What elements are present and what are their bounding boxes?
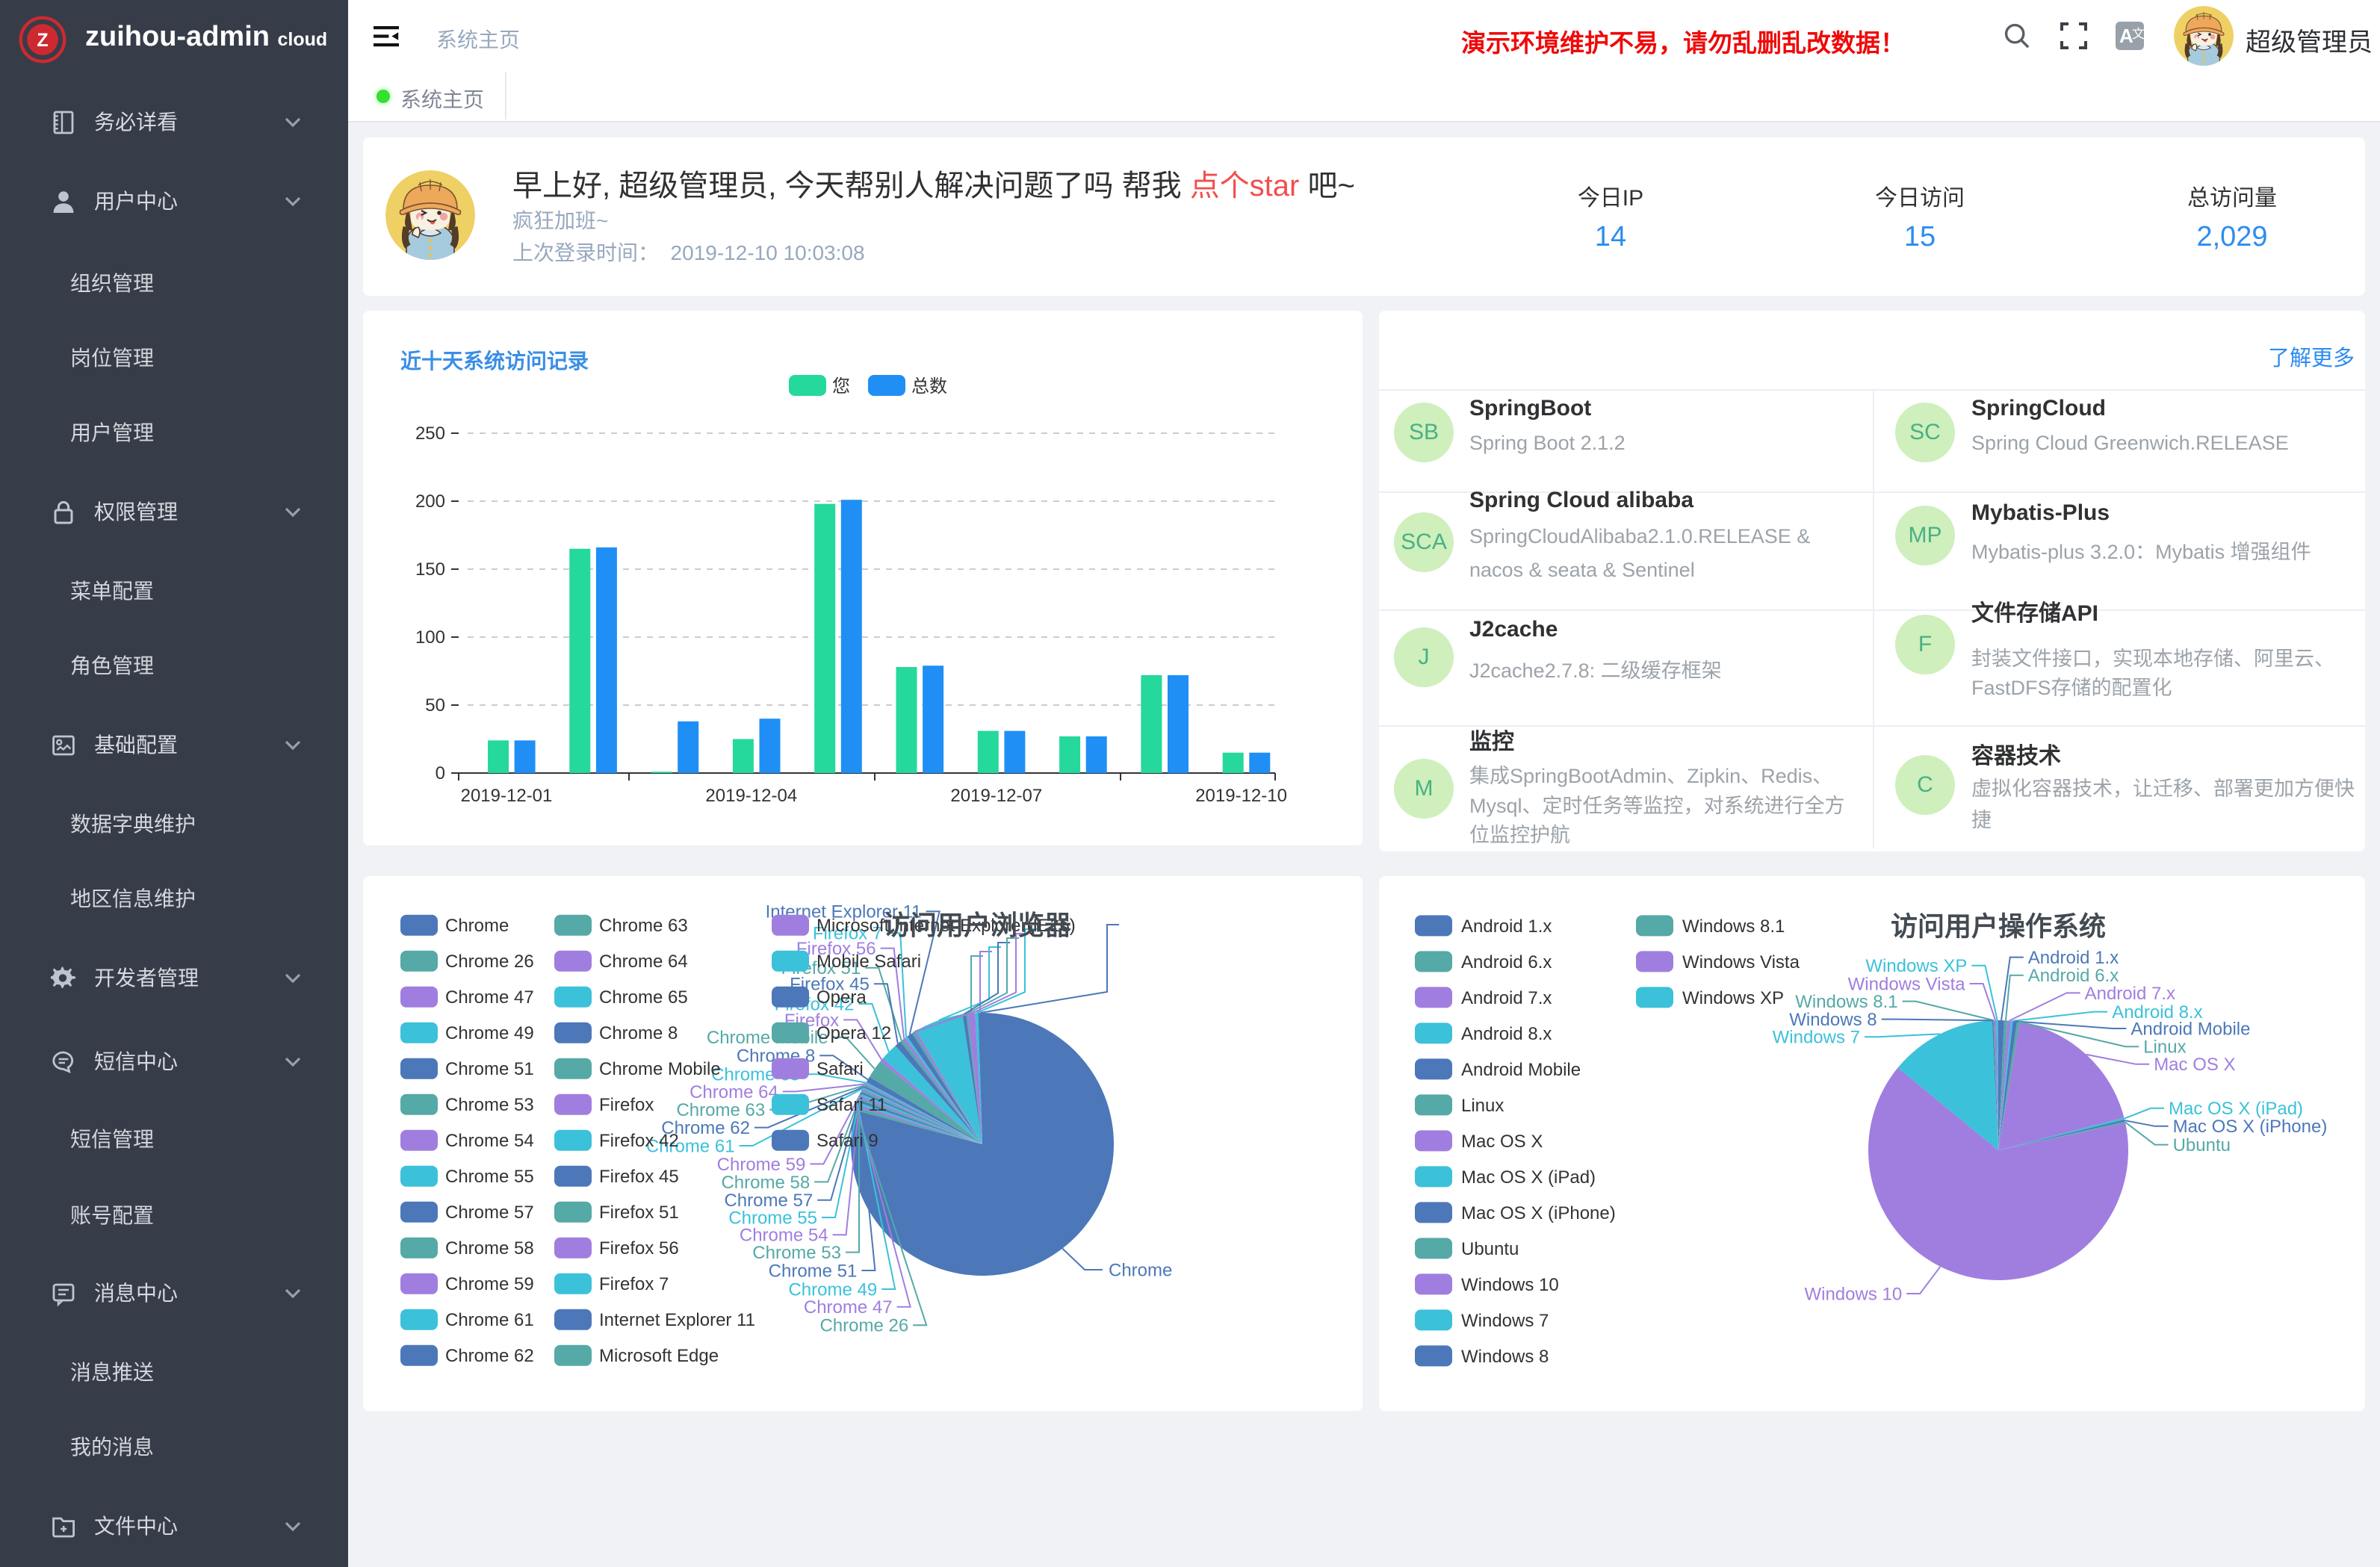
svg-text:Chrome 54: Chrome 54 (445, 1131, 534, 1151)
svg-text:Chrome 51: Chrome 51 (445, 1059, 534, 1079)
svg-text:Mac OS X (iPhone): Mac OS X (iPhone) (2173, 1117, 2328, 1137)
svg-text:Chrome 63: Chrome 63 (599, 916, 688, 936)
svg-text:50: 50 (425, 695, 445, 716)
svg-text:250: 250 (415, 423, 445, 444)
svg-text:Safari 9: Safari 9 (816, 1131, 878, 1151)
svg-text:Chrome: Chrome (445, 916, 509, 936)
svg-text:Chrome 62: Chrome 62 (445, 1346, 534, 1366)
svg-text:Windows 8: Windows 8 (1461, 1347, 1549, 1367)
svg-text:Chrome 64: Chrome 64 (689, 1082, 778, 1102)
svg-text:Mac OS X: Mac OS X (2154, 1055, 2235, 1075)
svg-text:2019-12-07: 2019-12-07 (950, 786, 1042, 806)
svg-text:Chrome 53: Chrome 53 (445, 1095, 534, 1115)
svg-text:Windows XP: Windows XP (1865, 956, 1967, 976)
svg-text:Windows 10: Windows 10 (1804, 1284, 1902, 1304)
svg-text:Windows XP: Windows XP (1682, 988, 1784, 1008)
svg-text:Safari 11: Safari 11 (816, 1095, 887, 1115)
svg-text:2019-12-01: 2019-12-01 (461, 786, 553, 806)
svg-text:Chrome 49: Chrome 49 (445, 1023, 534, 1043)
svg-text:Mac OS X (iPad): Mac OS X (iPad) (2169, 1099, 2303, 1119)
svg-text:Chrome 58: Chrome 58 (445, 1238, 534, 1259)
svg-text:Mac OS X: Mac OS X (1461, 1132, 1543, 1152)
svg-text:Chrome: Chrome (1109, 1260, 1172, 1280)
svg-text:Android Mobile: Android Mobile (2130, 1019, 2250, 1039)
svg-text:Chrome 55: Chrome 55 (445, 1167, 534, 1187)
svg-text:Android 8.x: Android 8.x (1461, 1024, 1552, 1044)
svg-text:Chrome 58: Chrome 58 (721, 1173, 810, 1193)
svg-text:Windows 7: Windows 7 (1773, 1028, 1860, 1048)
svg-text:Mac OS X (iPhone): Mac OS X (iPhone) (1461, 1203, 1616, 1223)
svg-text:Chrome 26: Chrome 26 (445, 952, 534, 972)
svg-text:Chrome 8: Chrome 8 (599, 1023, 678, 1043)
svg-text:总数: 总数 (911, 376, 947, 397)
svg-text:Windows 7: Windows 7 (1461, 1311, 1549, 1331)
svg-text:100: 100 (415, 627, 445, 648)
svg-text:Chrome 47: Chrome 47 (804, 1297, 893, 1318)
svg-text:Firefox 56: Firefox 56 (599, 1238, 679, 1259)
svg-text:Opera: Opera (816, 987, 867, 1008)
svg-text:Opera 12: Opera 12 (816, 1023, 891, 1043)
svg-text:Firefox 7: Firefox 7 (599, 1274, 669, 1294)
svg-text:Chrome 65: Chrome 65 (599, 987, 688, 1008)
svg-text:Ubuntu: Ubuntu (1461, 1239, 1519, 1259)
svg-text:Chrome 59: Chrome 59 (445, 1274, 534, 1294)
svg-text:Android 1.x: Android 1.x (2028, 948, 2119, 968)
svg-text:Windows Vista: Windows Vista (1682, 952, 1800, 972)
svg-text:您: 您 (832, 376, 850, 397)
svg-text:Ubuntu: Ubuntu (2173, 1135, 2231, 1155)
svg-text:Microsoft Edge: Microsoft Edge (599, 1346, 719, 1366)
svg-text:Firefox: Firefox (599, 1095, 654, 1115)
svg-text:Android 7.x: Android 7.x (2085, 984, 2175, 1004)
svg-text:Chrome 53: Chrome 53 (752, 1243, 841, 1263)
svg-text:访问用户操作系统: 访问用户操作系统 (1891, 911, 2106, 942)
svg-text:Chrome 61: Chrome 61 (445, 1310, 534, 1330)
svg-text:Chrome 64: Chrome 64 (599, 952, 688, 972)
svg-text:Windows 8.1: Windows 8.1 (1795, 992, 1897, 1012)
svg-text:Chrome 57: Chrome 57 (445, 1203, 534, 1223)
svg-text:2019-12-10: 2019-12-10 (1195, 786, 1287, 806)
svg-text:Z: Z (37, 30, 48, 51)
svg-text:Chrome Mobile: Chrome Mobile (599, 1059, 721, 1079)
svg-text:Android 7.x: Android 7.x (1461, 988, 1552, 1008)
svg-text:0: 0 (436, 763, 445, 784)
svg-text:2019-12-04: 2019-12-04 (705, 786, 797, 806)
svg-text:150: 150 (415, 559, 445, 580)
svg-text:Firefox 42: Firefox 42 (599, 1131, 679, 1151)
svg-text:Chrome 51: Chrome 51 (769, 1261, 858, 1281)
svg-text:Chrome Mobile: Chrome Mobile (707, 1028, 828, 1048)
svg-text:Android 1.x: Android 1.x (1461, 916, 1552, 937)
svg-text:200: 200 (415, 491, 445, 512)
svg-text:Windows 8.1: Windows 8.1 (1682, 916, 1785, 937)
svg-text:Chrome 26: Chrome 26 (819, 1316, 908, 1336)
svg-text:Mac OS X (iPad): Mac OS X (iPad) (1461, 1167, 1596, 1188)
svg-text:Chrome 59: Chrome 59 (717, 1155, 806, 1175)
svg-text:访问用户浏览器: 访问用户浏览器 (883, 910, 1072, 940)
svg-text:Firefox 51: Firefox 51 (599, 1203, 679, 1223)
svg-text:Safari: Safari (816, 1059, 864, 1079)
svg-text:Firefox 45: Firefox 45 (599, 1167, 679, 1187)
svg-text:Android Mobile: Android Mobile (1461, 1060, 1581, 1080)
svg-text:Mobile Safari: Mobile Safari (816, 952, 921, 972)
svg-text:Linux: Linux (1461, 1096, 1504, 1116)
svg-text:Chrome 47: Chrome 47 (445, 987, 534, 1008)
svg-text:Internet Explorer 11: Internet Explorer 11 (599, 1310, 755, 1330)
svg-text:Android 6.x: Android 6.x (1461, 952, 1552, 972)
svg-text:Windows 10: Windows 10 (1461, 1275, 1559, 1295)
